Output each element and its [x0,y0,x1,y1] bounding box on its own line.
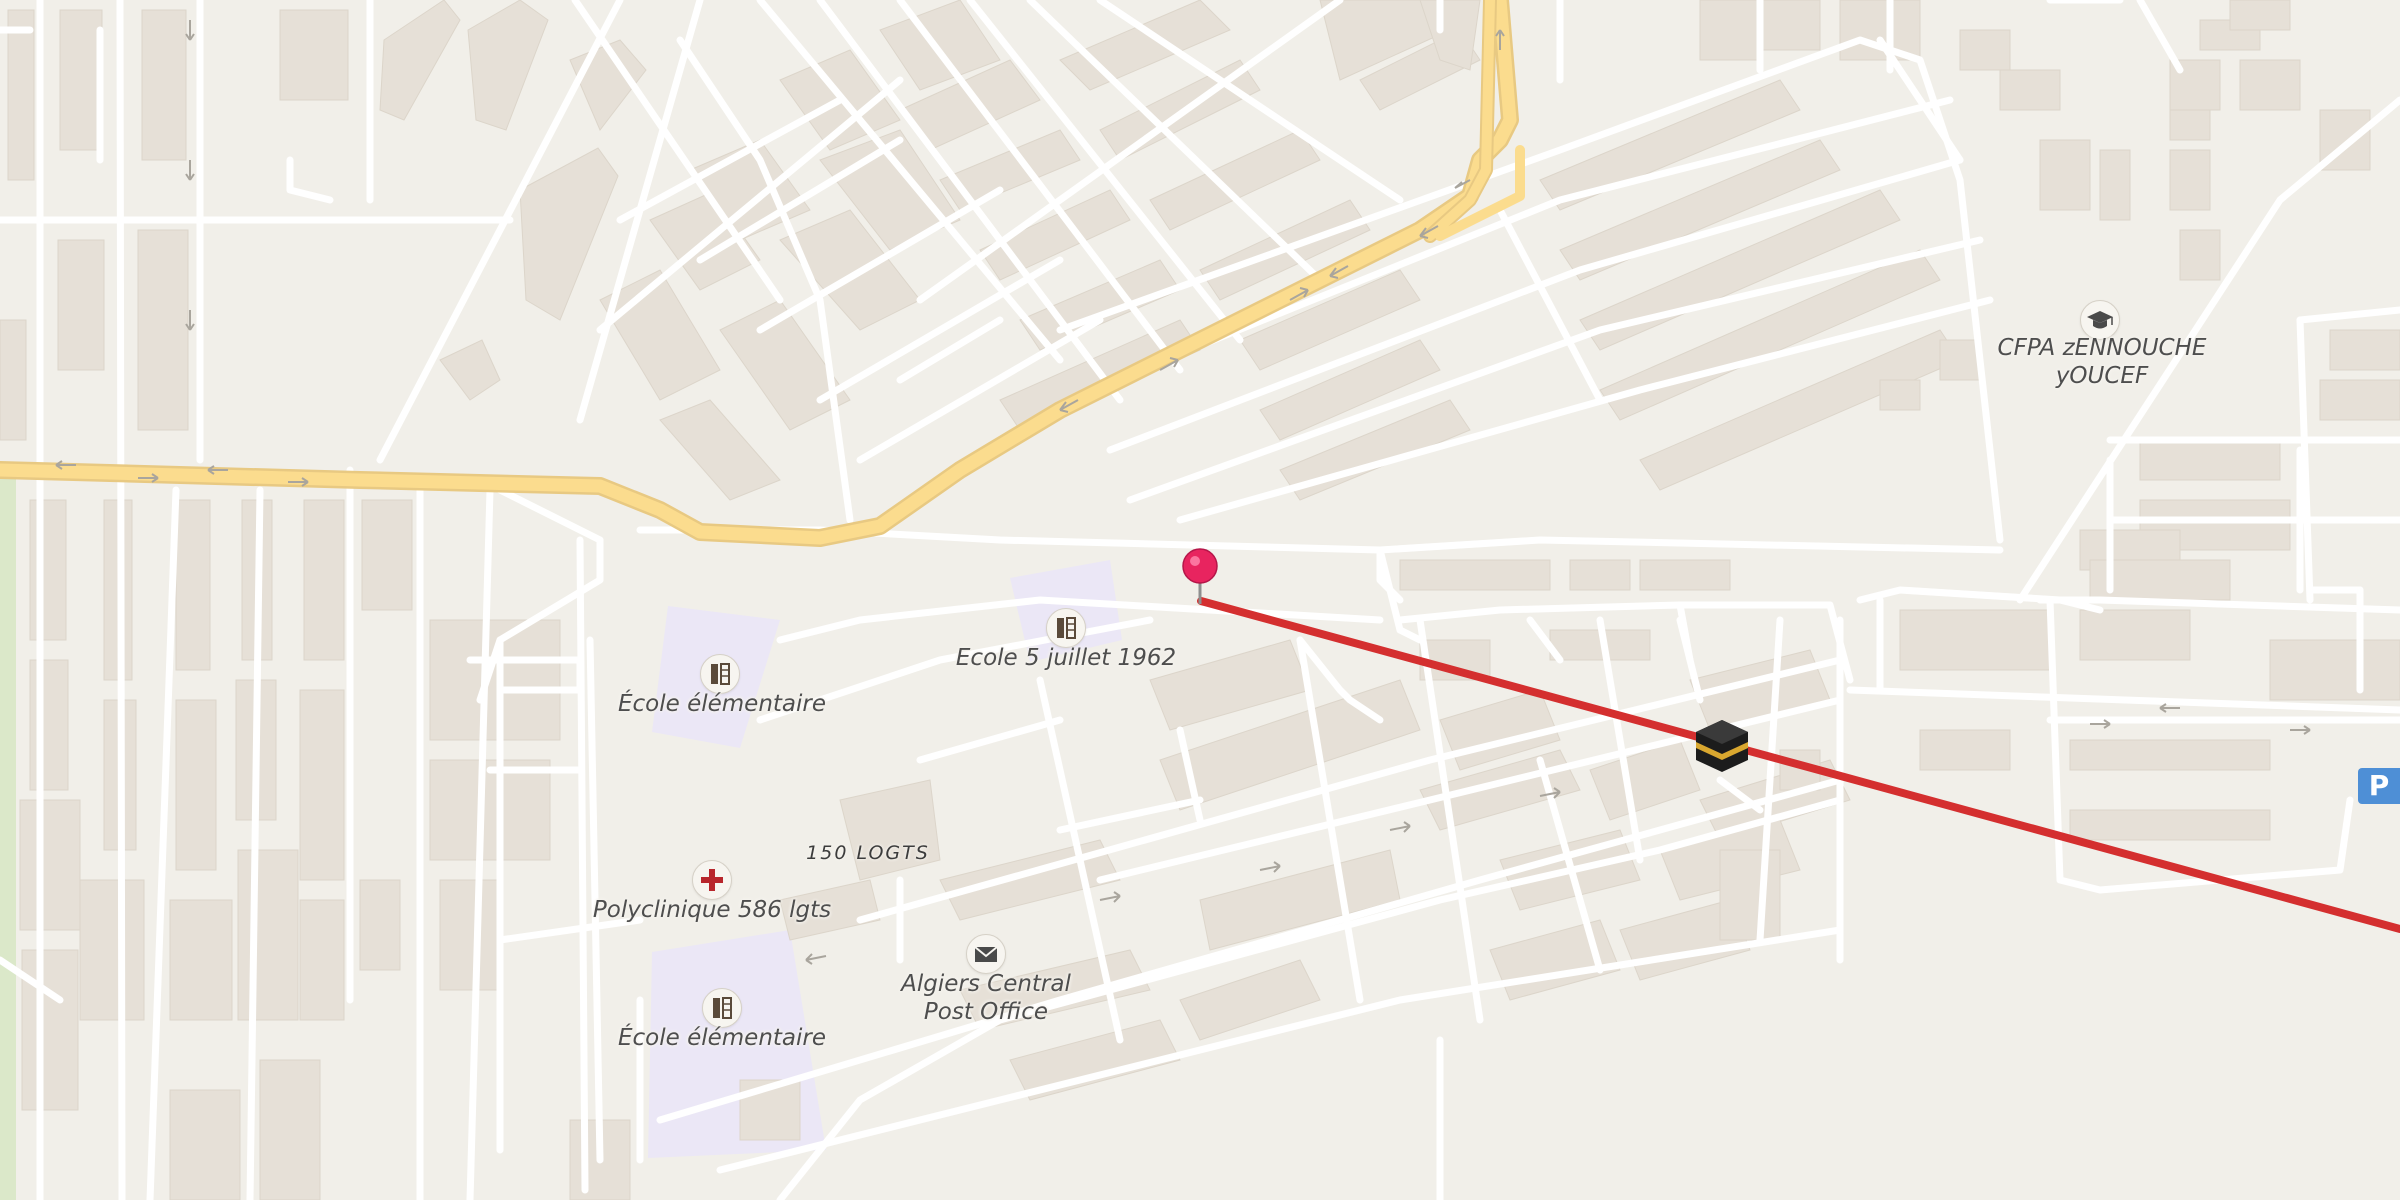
training-center-label: CFPA zENNOUCHE yOUCEF [1998,334,2207,390]
medical-cross-icon[interactable] [692,860,732,900]
school-label: École élémentaire [617,1025,827,1051]
training-center-label-line1: CFPA zENNOUCHE [1997,335,2207,361]
post-office-label-line2: Post Office [923,999,1049,1025]
park-strip [0,470,16,1200]
envelope-icon[interactable] [966,934,1006,974]
map-canvas[interactable] [0,0,2400,1200]
post-office-label: Algiers Central Post Office [901,970,1071,1026]
clinic-label: Polyclinique 586 lgts [592,897,832,923]
school-label: École élémentaire [617,691,827,717]
school-label: Ecole 5 juillet 1962 [955,645,1177,671]
post-office-label-line1: Algiers Central [901,971,1071,997]
parking-icon[interactable]: P [2358,768,2400,804]
school-icon[interactable] [700,654,740,694]
school-icon[interactable] [702,988,742,1028]
area-label: 150 LOGTS [806,842,930,864]
training-center-label-line2: yOUCEF [2055,363,2149,389]
school-icon[interactable] [1046,608,1086,648]
